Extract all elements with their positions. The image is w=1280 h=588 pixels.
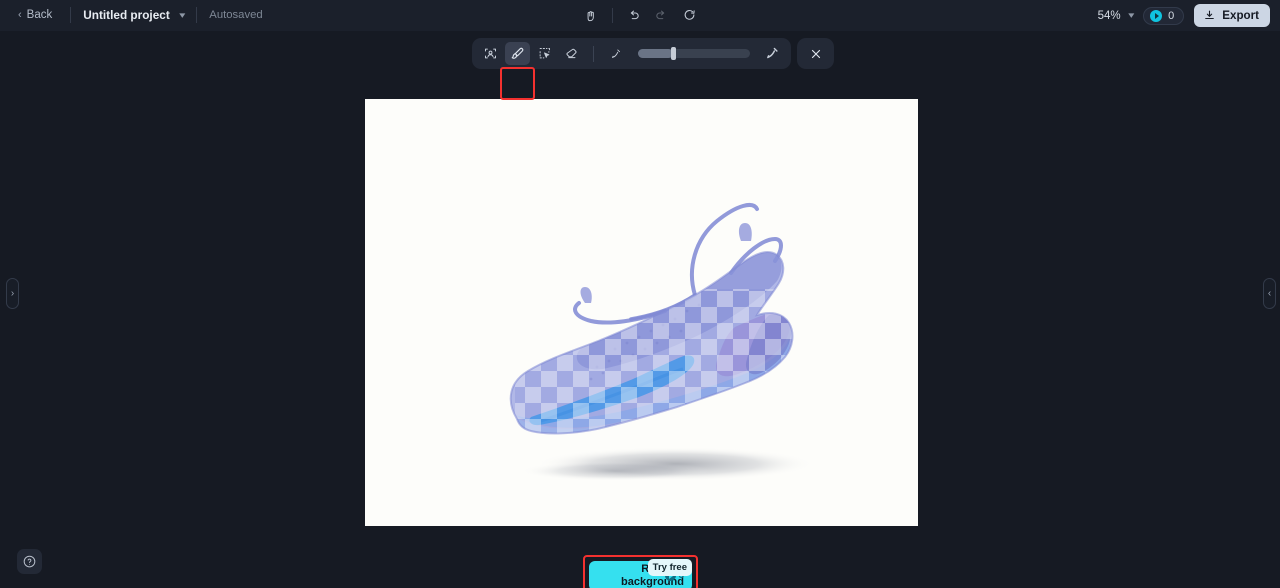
help-circle-icon — [23, 555, 36, 568]
header-divider-2 — [196, 7, 198, 23]
right-panel-toggle[interactable]: ‹ — [1263, 278, 1276, 309]
person-frame-icon — [485, 48, 496, 59]
redo-button[interactable] — [650, 5, 674, 27]
zoom-level-value: 54% — [1097, 9, 1121, 22]
cursor-select-icon — [539, 48, 550, 59]
header-left-group: ‹ Back Untitled project ▾ Autosaved — [0, 0, 263, 31]
autosave-status: Autosaved — [209, 9, 263, 21]
undo-button[interactable] — [622, 5, 646, 27]
editor-app: ‹ Back Untitled project ▾ Autosaved 54% … — [0, 0, 1280, 588]
close-icon — [811, 49, 820, 58]
left-panel-toggle[interactable]: › — [6, 278, 19, 309]
chevron-down-icon[interactable]: ▾ — [179, 10, 185, 21]
select-subject-tool[interactable] — [478, 42, 503, 65]
zoom-control[interactable]: 54% ▾ — [1098, 10, 1134, 22]
export-label: Export — [1222, 9, 1259, 22]
pan-hand-tool[interactable] — [579, 5, 603, 27]
reset-button[interactable] — [678, 5, 702, 27]
toolbar-divider — [593, 45, 594, 62]
help-button[interactable] — [17, 549, 42, 574]
chevron-down-icon: ▾ — [1127, 10, 1134, 20]
back-button[interactable]: ‹ Back — [12, 6, 58, 24]
header-right-group: 54% ▾ 0 Export — [1098, 0, 1270, 31]
brush-icon — [511, 47, 523, 59]
brush-tool[interactable] — [505, 42, 530, 65]
brush-size-small-icon — [603, 42, 628, 65]
header-divider — [70, 7, 72, 23]
brush-tool-selection-highlight — [500, 67, 535, 100]
brush-size-large-icon — [760, 42, 785, 65]
chevron-right-icon: › — [10, 288, 15, 299]
credits-count: 0 — [1168, 9, 1175, 22]
eraser-tool[interactable] — [559, 42, 584, 65]
app-header: ‹ Back Untitled project ▾ Autosaved 54% … — [0, 0, 1280, 31]
brush-size-slider[interactable] — [638, 47, 750, 60]
eraser-icon — [566, 48, 577, 59]
download-icon — [1205, 10, 1215, 20]
slider-fill — [638, 49, 673, 58]
project-name[interactable]: Untitled project — [83, 8, 170, 22]
export-button[interactable]: Export — [1194, 4, 1270, 27]
try-free-badge[interactable]: Try free — [647, 559, 692, 576]
credit-token-icon — [1150, 9, 1163, 22]
back-label: Back — [26, 9, 53, 21]
chevron-left-icon: ‹ — [1267, 288, 1272, 299]
chevron-left-icon: ‹ — [18, 8, 22, 21]
toolbar-close-group — [797, 38, 834, 69]
toolbar-tools-group — [472, 38, 791, 69]
image-canvas[interactable] — [365, 99, 918, 526]
slider-thumb[interactable] — [670, 47, 676, 60]
close-toolbar-button[interactable] — [803, 42, 828, 65]
brush-toolbar — [472, 38, 834, 69]
remove-background-button[interactable]: Remove background 5 Try free — [589, 559, 692, 588]
header-tool-divider — [611, 8, 613, 23]
credits-badge[interactable]: 0 — [1143, 6, 1185, 25]
editor-stage: › ‹ Remove background 5 Try free — [0, 31, 1280, 588]
magic-select-tool[interactable] — [532, 42, 557, 65]
